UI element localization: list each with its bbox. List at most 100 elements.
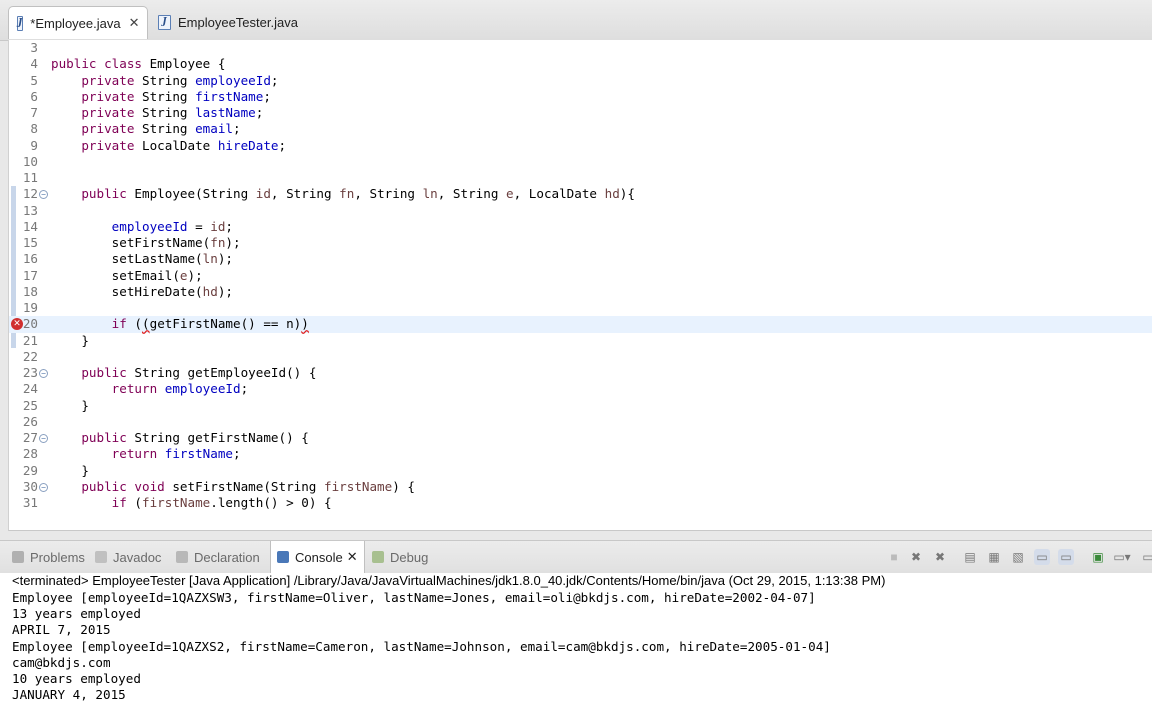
console-output[interactable]: <terminated> EmployeeTester [Java Applic… bbox=[0, 573, 1152, 720]
console-line: cam@bkdjs.com bbox=[12, 654, 111, 670]
close-icon[interactable]: ✕ bbox=[129, 15, 140, 31]
code-line[interactable]: 10 bbox=[9, 154, 1152, 170]
clear-console-icon[interactable]: ▤ bbox=[962, 549, 978, 565]
code-line[interactable]: 3 bbox=[9, 40, 1152, 56]
code-line[interactable]: 13 bbox=[9, 203, 1152, 219]
code-line[interactable]: 27− public String getFirstName() { bbox=[9, 430, 1152, 446]
code-text: setEmail(e); bbox=[51, 267, 203, 283]
line-number: 24 bbox=[22, 381, 38, 397]
code-text: public Employee(String id, String fn, St… bbox=[81, 186, 635, 202]
view-tab-label: Declaration bbox=[194, 549, 260, 565]
code-line[interactable]: 31 if (firstName.length() > 0) { bbox=[9, 495, 1152, 511]
code-line[interactable]: 15 setFirstName(fn); bbox=[9, 235, 1152, 251]
remove-launch-icon[interactable]: ✖ bbox=[908, 549, 924, 565]
code-line[interactable]: 9 private LocalDate hireDate; bbox=[9, 138, 1152, 154]
tab-debug[interactable]: Debug bbox=[372, 541, 428, 573]
remove-all-icon[interactable]: ✖ bbox=[932, 549, 948, 565]
code-line[interactable]: 14 employeeId = id; bbox=[9, 219, 1152, 235]
display-console-icon[interactable]: ▭▾ bbox=[1113, 549, 1130, 565]
line-number: 14 bbox=[22, 218, 38, 234]
code-line[interactable]: 6 private String firstName; bbox=[9, 89, 1152, 105]
line-number: 30 bbox=[22, 478, 38, 494]
code-line[interactable]: 5 private String employeeId; bbox=[9, 73, 1152, 89]
code-text: } bbox=[51, 462, 89, 478]
terminate-icon[interactable]: ■ bbox=[886, 549, 902, 565]
line-number: 16 bbox=[22, 251, 38, 267]
code-text: setFirstName(fn); bbox=[51, 235, 241, 250]
line-number: 13 bbox=[22, 202, 38, 218]
code-line[interactable]: 29 } bbox=[9, 463, 1152, 479]
code-line[interactable]: 11 bbox=[9, 170, 1152, 186]
code-text: private String email; bbox=[81, 121, 241, 137]
tab-label: EmployeeTester.java bbox=[178, 15, 298, 30]
fold-toggle-icon[interactable]: − bbox=[39, 434, 48, 443]
code-text: public class Employee { bbox=[51, 56, 226, 72]
console-line: Employee [employeeId=1QAZXSW3, firstName… bbox=[12, 590, 816, 605]
code-line[interactable]: 26 bbox=[9, 414, 1152, 430]
code-line[interactable]: 21 } bbox=[9, 333, 1152, 349]
line-number: 23 bbox=[22, 365, 38, 380]
code-editor[interactable]: 3 4 public class Employee {5 private Strin… bbox=[8, 40, 1152, 531]
code-line[interactable]: 16 setLastName(ln); bbox=[9, 251, 1152, 267]
editor-tab-bar: J *Employee.java ✕ J EmployeeTester.java bbox=[0, 0, 1152, 41]
code-line[interactable]: 8 private String email; bbox=[9, 121, 1152, 137]
line-number: 25 bbox=[22, 397, 38, 413]
line-number: 28 bbox=[22, 446, 38, 462]
code-line[interactable]: 4 public class Employee { bbox=[9, 56, 1152, 72]
tab-console[interactable]: Console ✕ bbox=[270, 541, 365, 573]
code-text: private String employeeId; bbox=[81, 72, 279, 88]
open-console-icon[interactable]: ▭ bbox=[1140, 549, 1152, 565]
tab-problems[interactable]: Problems bbox=[12, 541, 85, 573]
fold-toggle-icon[interactable]: − bbox=[39, 369, 48, 378]
code-line[interactable]: 7 private String lastName; bbox=[9, 105, 1152, 121]
code-line[interactable]: 23− public String getEmployeeId() { bbox=[9, 365, 1152, 381]
fold-toggle-icon[interactable]: − bbox=[39, 482, 48, 492]
line-number: 10 bbox=[22, 153, 38, 169]
fold-toggle-icon[interactable]: − bbox=[39, 190, 48, 200]
code-text: private LocalDate hireDate; bbox=[81, 137, 287, 153]
code-line[interactable]: 18 setHireDate(hd); bbox=[9, 284, 1152, 300]
console-line: APRIL 7, 2015 bbox=[12, 622, 111, 638]
line-number: 9 bbox=[30, 137, 38, 153]
code-text: if ((getFirstName() == n)) bbox=[111, 316, 309, 332]
code-line[interactable]: 28 return firstName; bbox=[9, 446, 1152, 462]
code-line[interactable]: 20 ✕ if ((getFirstName() == n)) bbox=[9, 316, 1152, 333]
view-tab-label: Problems bbox=[30, 549, 85, 565]
word-wrap-icon[interactable]: ▧ bbox=[1010, 549, 1026, 565]
code-line[interactable]: 17 setEmail(e); bbox=[9, 268, 1152, 284]
view-tab-label: Javadoc bbox=[113, 549, 162, 565]
line-number: 5 bbox=[30, 72, 38, 88]
tab-javadoc[interactable]: Javadoc bbox=[95, 541, 161, 573]
code-text: } bbox=[51, 332, 89, 348]
tab-declaration[interactable]: Declaration bbox=[176, 541, 260, 573]
tab-employee-java[interactable]: J *Employee.java ✕ bbox=[8, 6, 148, 39]
show-console-output-icon[interactable]: ▭ bbox=[1034, 549, 1050, 565]
line-number: 22 bbox=[22, 348, 38, 364]
code-line[interactable]: 24 return employeeId; bbox=[9, 381, 1152, 397]
console-icon bbox=[277, 551, 289, 563]
code-text: private String firstName; bbox=[81, 88, 271, 104]
code-line[interactable]: 30− public void setFirstName(String firs… bbox=[9, 479, 1152, 495]
code-text: public String getEmployeeId() { bbox=[81, 365, 317, 380]
java-file-icon: J bbox=[158, 15, 171, 30]
code-text: if (firstName.length() > 0) { bbox=[111, 495, 332, 510]
code-line[interactable]: 12− public Employee(String id, String fn… bbox=[9, 186, 1152, 202]
view-tab-label: Debug bbox=[390, 549, 429, 565]
close-icon[interactable]: ✕ bbox=[347, 549, 358, 565]
code-text: public void setFirstName(String firstNam… bbox=[81, 478, 415, 494]
code-line[interactable]: 25 } bbox=[9, 398, 1152, 414]
code-text: setLastName(ln); bbox=[51, 251, 233, 267]
code-text: return employeeId; bbox=[111, 381, 249, 397]
code-line[interactable]: 22 bbox=[9, 349, 1152, 365]
line-number: 12 bbox=[22, 186, 38, 202]
code-line[interactable]: 19 bbox=[9, 300, 1152, 316]
console-line: 13 years employed bbox=[12, 606, 141, 622]
line-number: 18 bbox=[22, 283, 38, 299]
scroll-lock-icon[interactable]: ▦ bbox=[986, 549, 1002, 565]
tab-employeetester-java[interactable]: J EmployeeTester.java bbox=[150, 6, 310, 39]
line-number: 29 bbox=[22, 462, 38, 478]
show-console-error-icon[interactable]: ▭ bbox=[1058, 549, 1074, 565]
pin-console-icon[interactable]: ▣ bbox=[1090, 549, 1106, 565]
line-number: 17 bbox=[22, 267, 38, 283]
view-tab-label: Console bbox=[295, 549, 343, 565]
